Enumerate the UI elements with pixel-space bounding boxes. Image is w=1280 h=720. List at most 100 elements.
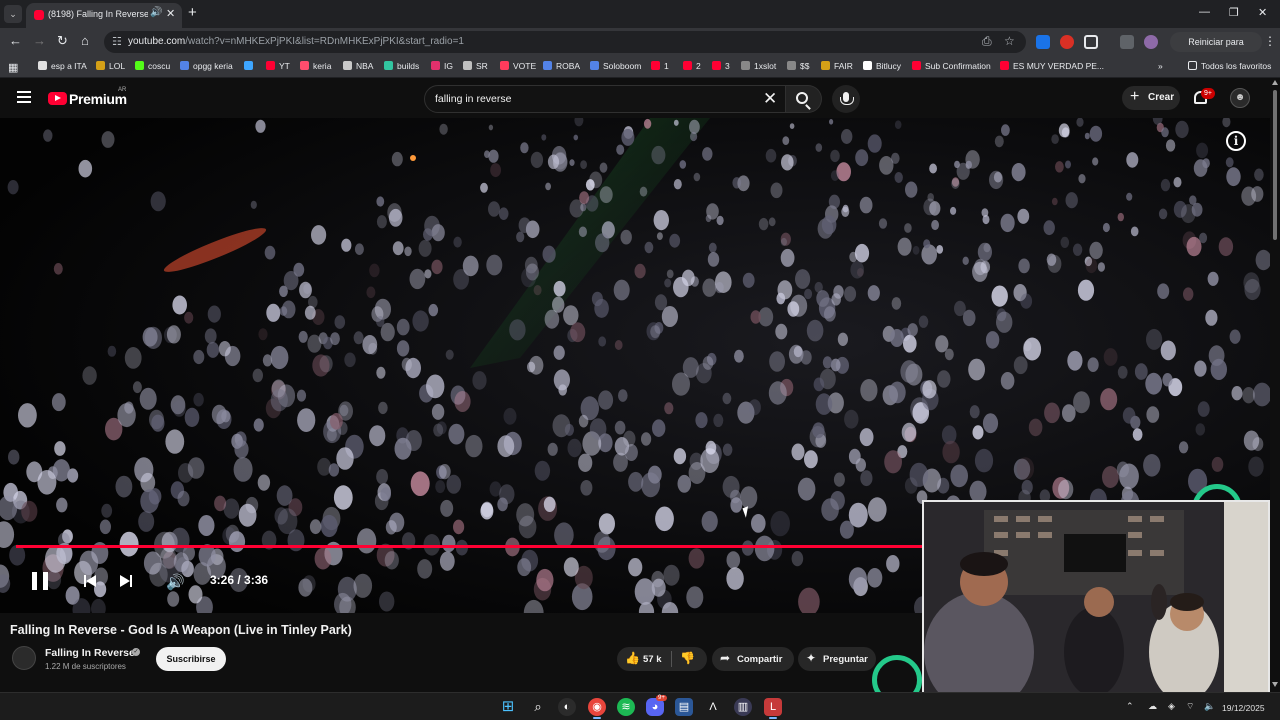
close-tab-icon[interactable]: ✕ [166, 7, 175, 20]
premium-brand[interactable]: Premium [69, 91, 127, 107]
subscriber-count: 1.22 M de suscriptores [45, 662, 126, 671]
restore-icon[interactable]: ❐ [1229, 6, 1239, 19]
bookmark-item[interactable]: Bitlucy [863, 61, 901, 71]
crowd-member [848, 502, 868, 528]
crowd-member [1117, 365, 1128, 379]
taskbar-app-icon[interactable]: ◐ [558, 698, 576, 716]
bookmark-item[interactable]: IG [431, 61, 453, 71]
browser-tab-youtube[interactable]: (8198) Falling In Reverse - G 🔊 ✕ [26, 3, 182, 28]
media-controls-icon[interactable] [1120, 35, 1134, 49]
bookmark-item[interactable]: keria [300, 61, 331, 71]
address-bar[interactable]: ☷ youtube.com/watch?v=nMHKExPjPKI&list=R… [104, 31, 1026, 53]
new-tab-icon[interactable]: + [188, 4, 197, 21]
dislike-button[interactable]: 👎 [680, 651, 695, 665]
previous-video-button[interactable] [84, 575, 96, 587]
bookmark-item[interactable]: ROBA [543, 61, 580, 71]
subscribe-button[interactable]: Suscribirse [156, 647, 226, 671]
site-info-icon[interactable]: ☷ [112, 35, 122, 48]
taskbar-search-icon[interactable]: ⌕ [529, 698, 547, 716]
info-icon[interactable]: i [1226, 131, 1246, 151]
pause-button[interactable] [32, 572, 48, 590]
tray-overflow-icon[interactable]: ⌃ [1126, 701, 1134, 712]
scroll-down-icon[interactable] [1272, 682, 1278, 687]
bookmark-item[interactable]: opgg keria [180, 61, 233, 71]
notepad-icon[interactable]: ▤ [675, 698, 693, 716]
tray-app-icon[interactable]: ☁ [1148, 701, 1157, 712]
speaker-icon[interactable]: 🔈 [1204, 701, 1215, 712]
back-icon[interactable]: ← [9, 33, 22, 48]
channel-avatar[interactable] [12, 646, 36, 670]
bookmark-item[interactable]: Sub Confirmation [912, 61, 991, 71]
browser-menu-icon[interactable]: ⋮ [1264, 34, 1276, 48]
all-bookmarks-folder[interactable]: Todos los favoritos [1188, 61, 1271, 71]
apps-grid-icon[interactable]: ▦ [8, 61, 18, 74]
tab-search-icon[interactable]: ⌄ [4, 5, 22, 23]
crowd-member [878, 218, 888, 229]
bookmark-item[interactable]: NBA [343, 61, 373, 71]
home-icon[interactable]: ⌂ [81, 33, 89, 48]
bookmark-item[interactable]: LOL [96, 61, 125, 71]
bookmark-item[interactable]: $$ [787, 61, 809, 71]
network-icon[interactable]: ⌔ [1186, 701, 1194, 712]
forward-icon[interactable]: → [33, 33, 46, 48]
spotify-icon[interactable]: ≋ [617, 698, 635, 716]
youtube-logo-icon[interactable] [48, 92, 67, 105]
taskbar-app-icon[interactable]: ▥ [734, 698, 752, 716]
crowd-member [547, 154, 560, 170]
taskbar-app-icon[interactable]: Ʌ [704, 698, 722, 716]
search-button[interactable] [786, 85, 822, 113]
bookmark-item[interactable]: SR [463, 61, 488, 71]
bookmark-item[interactable]: esp a ITA [38, 61, 87, 71]
page-scrollbar[interactable] [1270, 78, 1280, 692]
bookmark-item[interactable]: VOTE [500, 61, 536, 71]
voice-search-button[interactable] [832, 85, 860, 113]
chrome-icon[interactable]: ◉ [588, 698, 606, 716]
account-avatar[interactable]: ☻ [1230, 88, 1250, 108]
bookmark-favicon-icon [712, 61, 721, 70]
bookmark-item[interactable]: 3 [712, 61, 730, 71]
minimize-icon[interactable]: — [1199, 6, 1210, 18]
search-input[interactable]: falling in reverse ✕ [424, 85, 786, 113]
reload-icon[interactable]: ↻ [57, 33, 68, 49]
restart-to-update-button[interactable]: Reiniciar para actualizar [1170, 32, 1262, 67]
windows-start-icon[interactable]: ⊞ [499, 698, 517, 716]
bookmark-star-icon[interactable]: ☆ [1004, 34, 1015, 48]
taskbar-date[interactable]: 19/12/2025 [1222, 703, 1265, 713]
next-video-button[interactable] [120, 575, 132, 587]
tray-app-icon[interactable]: ◈ [1168, 701, 1175, 712]
crowd-member [436, 421, 447, 435]
channel-name[interactable]: Falling In Reverse [45, 647, 135, 659]
extensions-puzzle-icon[interactable] [1084, 35, 1098, 49]
ask-button[interactable]: ✦ Preguntar [798, 647, 876, 671]
crowd-member [264, 245, 276, 260]
crowd-member [401, 357, 412, 371]
create-button[interactable]: + Crear [1122, 86, 1180, 110]
scrollbar-thumb[interactable] [1273, 90, 1277, 240]
bookmark-item[interactable]: FAIR [821, 61, 853, 71]
bookmark-item[interactable] [244, 61, 257, 71]
volume-icon[interactable]: 🔊 [166, 573, 185, 591]
bookmark-item[interactable]: coscu [135, 61, 170, 71]
bookmark-item[interactable]: Soloboom [590, 61, 641, 71]
extension-icon[interactable] [1036, 35, 1050, 49]
league-client-icon[interactable]: L [764, 698, 782, 716]
audio-playing-icon[interactable]: 🔊 [150, 7, 162, 18]
share-button[interactable]: ➦ Compartir [712, 647, 794, 671]
crowd-member [1102, 222, 1110, 233]
clear-search-icon[interactable]: ✕ [763, 89, 777, 109]
bookmark-item[interactable]: ES MUY VERDAD PE... [1000, 61, 1104, 71]
scroll-up-icon[interactable] [1272, 80, 1278, 85]
bookmark-item[interactable]: 1 [651, 61, 669, 71]
bookmark-item[interactable]: 2 [683, 61, 701, 71]
more-bookmarks-icon[interactable]: » [1158, 61, 1163, 71]
close-window-icon[interactable]: ✕ [1258, 6, 1267, 19]
bookmark-item[interactable]: YT [266, 61, 290, 71]
profile-icon[interactable] [1144, 35, 1158, 49]
menu-hamburger-icon[interactable] [17, 91, 31, 103]
bookmark-item[interactable]: builds [384, 61, 419, 71]
bookmark-item[interactable]: 1xslot [741, 61, 776, 71]
extension-icon[interactable] [1060, 35, 1074, 49]
install-app-icon[interactable]: ⎙ [982, 34, 992, 49]
like-button[interactable]: 👍 [625, 651, 640, 665]
crowd-member [7, 180, 19, 195]
